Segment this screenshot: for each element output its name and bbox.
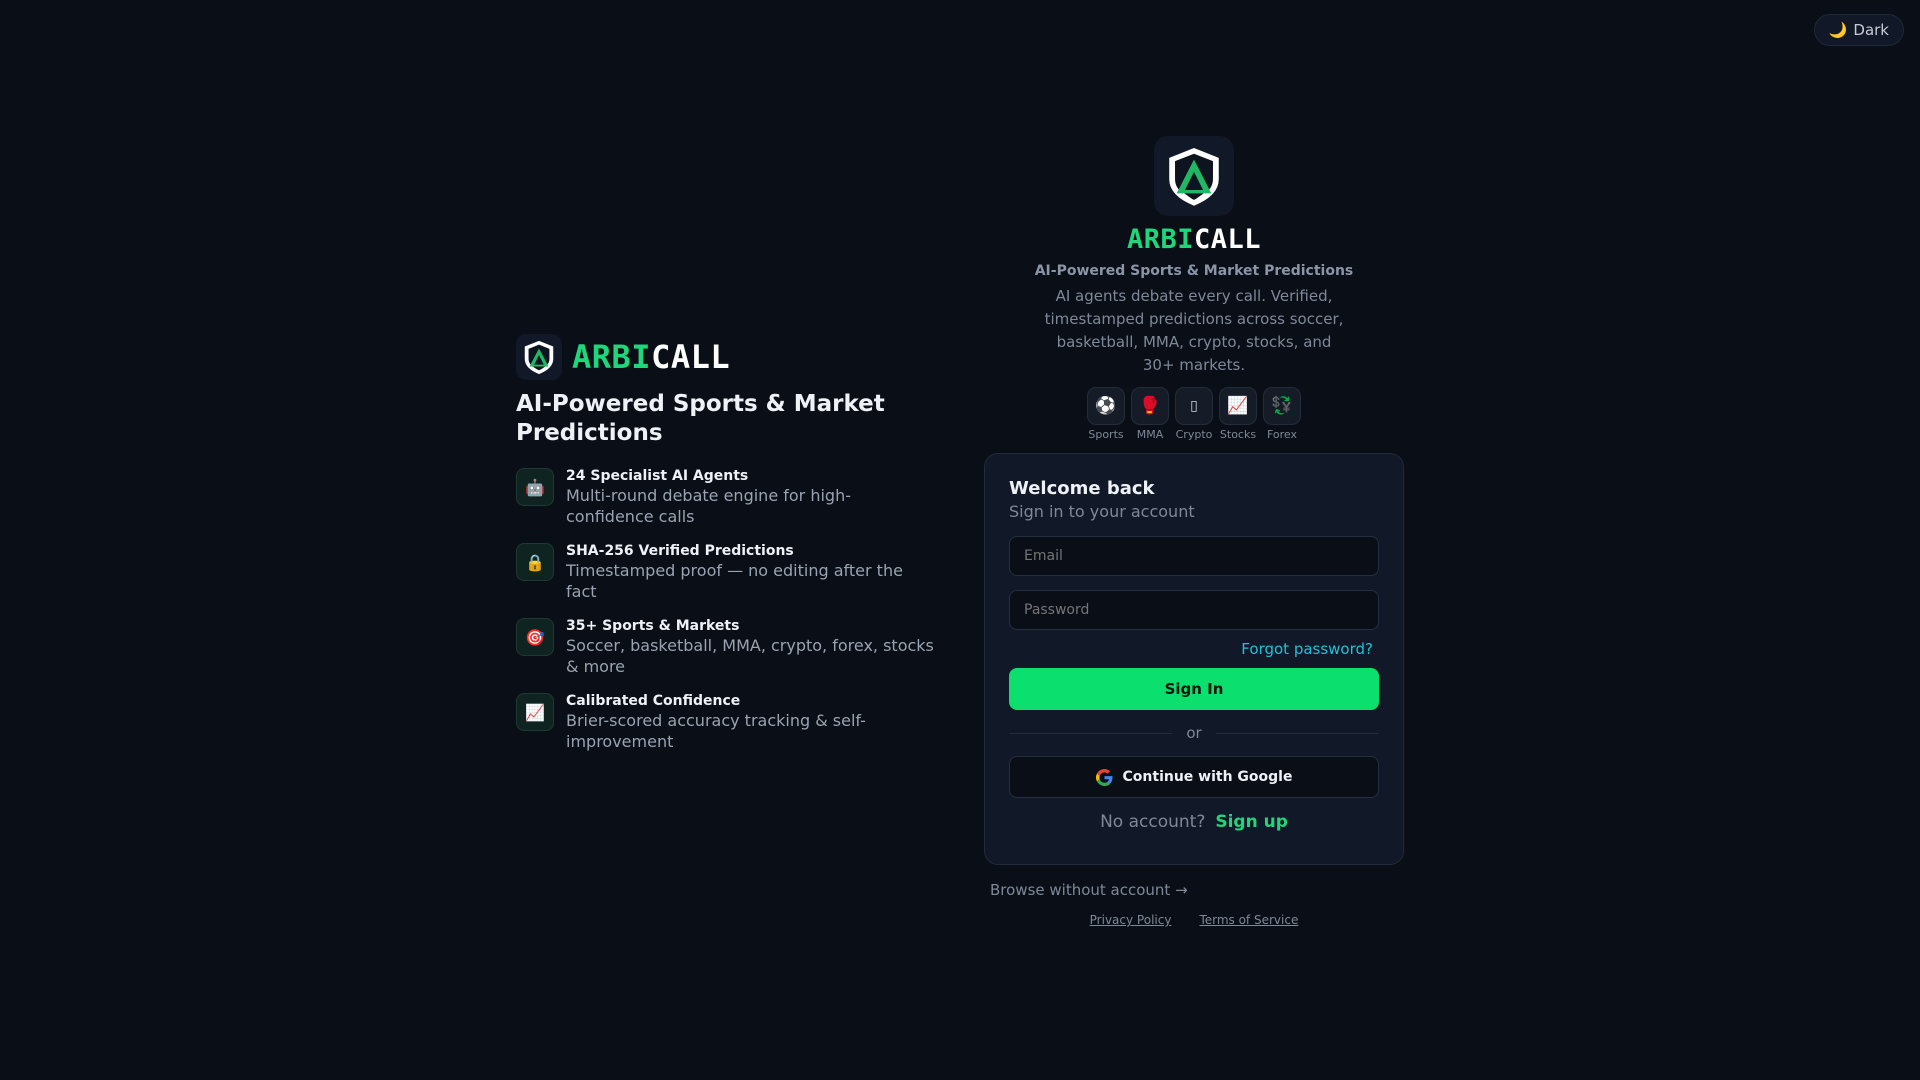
market-item-stocks: 📈 Stocks (1219, 387, 1257, 441)
target-icon: 🎯 (516, 618, 554, 656)
google-sign-in-button[interactable]: Continue with Google (1009, 756, 1379, 798)
sign-in-button[interactable]: Sign In (1009, 668, 1379, 710)
market-label: Sports (1088, 428, 1124, 441)
exchange-icon: 💱 (1263, 387, 1301, 425)
shield-logo-icon (524, 340, 554, 375)
login-card: Welcome back Sign in to your account For… (984, 453, 1404, 865)
brand-logo (516, 334, 562, 380)
terms-of-service-link[interactable]: Terms of Service (1199, 913, 1298, 927)
feature-title: SHA-256 Verified Predictions (566, 543, 794, 559)
left-headline: AI-Powered Sports & Market Predictions (516, 391, 885, 446)
market-label: Stocks (1219, 428, 1257, 441)
feature-title: 24 Specialist AI Agents (566, 468, 749, 484)
subtitle: AI agents debate every call. Verified, t… (1044, 287, 1344, 374)
no-account-text: No account? (1100, 812, 1206, 832)
lock-icon: 🔒 (516, 543, 554, 581)
market-list: ⚽ Sports 🥊 MMA ▯ Crypto 📈 Stocks 💱 Forex (984, 387, 1404, 441)
market-item-mma: 🥊 MMA (1131, 387, 1169, 441)
boxing-glove-icon: 🥊 (1131, 387, 1169, 425)
brand-name-part2: CALL (1194, 224, 1262, 255)
tagline: AI-Powered Sports & Market Predictions (1034, 263, 1354, 279)
left-panel: ARBICALL AI-Powered Sports & Market Pred… (516, 334, 936, 768)
right-panel: ARBICALL AI-Powered Sports & Market Pred… (984, 136, 1404, 927)
brand-wordmark: ARBICALL (984, 224, 1404, 255)
brand-wordmark: ARBICALL (572, 338, 730, 376)
market-label: Forex (1266, 428, 1298, 441)
brand-name-part1: ARBI (1126, 224, 1194, 255)
brand-header: ARBICALL (516, 334, 936, 380)
divider: or (1009, 724, 1380, 742)
forgot-password-link[interactable]: Forgot password? (1009, 640, 1379, 658)
login-subtitle: Sign in to your account (1009, 502, 1195, 521)
market-item-crypto: ▯ Crypto (1175, 387, 1213, 441)
feature-desc: Multi-round debate engine for high-confi… (566, 486, 851, 526)
chart-up-icon: 📈 (1219, 387, 1257, 425)
feature-item: 🎯 35+ Sports & Markets Soccer, basketbal… (516, 618, 936, 677)
feature-title: Calibrated Confidence (566, 693, 741, 709)
market-label: Crypto (1175, 428, 1213, 441)
browse-without-account-link[interactable]: Browse without account → (990, 881, 1404, 899)
market-label: MMA (1136, 428, 1164, 441)
signup-row: No account? Sign up (1009, 812, 1379, 832)
theme-toggle-button[interactable]: 🌙 Dark (1813, 14, 1904, 46)
privacy-policy-link[interactable]: Privacy Policy (1090, 913, 1172, 927)
divider-text: or (1186, 724, 1202, 742)
brand-name-part1: ARBI (572, 338, 652, 376)
divider-line (1215, 732, 1380, 734)
soccer-ball-icon: ⚽ (1087, 387, 1125, 425)
brand-logo-large (1154, 136, 1234, 216)
feature-desc: Soccer, basketball, MMA, crypto, forex, … (566, 636, 934, 676)
password-field[interactable] (1009, 590, 1379, 630)
google-button-label: Continue with Google (1122, 769, 1293, 785)
theme-toggle-label: Dark (1853, 21, 1889, 39)
email-field[interactable] (1009, 536, 1379, 576)
sign-up-link[interactable]: Sign up (1215, 812, 1288, 832)
feature-desc: Timestamped proof — no editing after the… (566, 561, 903, 601)
feature-list: 🤖 24 Specialist AI Agents Multi-round de… (516, 468, 936, 752)
divider-line (1009, 732, 1173, 734)
robot-icon: 🤖 (516, 468, 554, 506)
shield-logo-icon (1169, 147, 1219, 206)
google-icon (1095, 768, 1112, 786)
feature-item: 📈 Calibrated Confidence Brier-scored acc… (516, 693, 936, 752)
market-item-forex: 💱 Forex (1263, 387, 1301, 441)
feature-desc: Brier-scored accuracy tracking & self-im… (566, 711, 866, 751)
coin-icon: ▯ (1175, 387, 1213, 425)
brand-name-part2: CALL (651, 338, 731, 376)
login-title: Welcome back (1009, 478, 1155, 499)
legal-links: Privacy Policy Terms of Service (984, 913, 1404, 927)
feature-title: 35+ Sports & Markets (566, 618, 740, 634)
feature-item: 🔒 SHA-256 Verified Predictions Timestamp… (516, 543, 936, 602)
chart-icon: 📈 (516, 693, 554, 731)
feature-item: 🤖 24 Specialist AI Agents Multi-round de… (516, 468, 936, 527)
moon-icon: 🌙 (1828, 21, 1848, 39)
market-item-sports: ⚽ Sports (1087, 387, 1125, 441)
